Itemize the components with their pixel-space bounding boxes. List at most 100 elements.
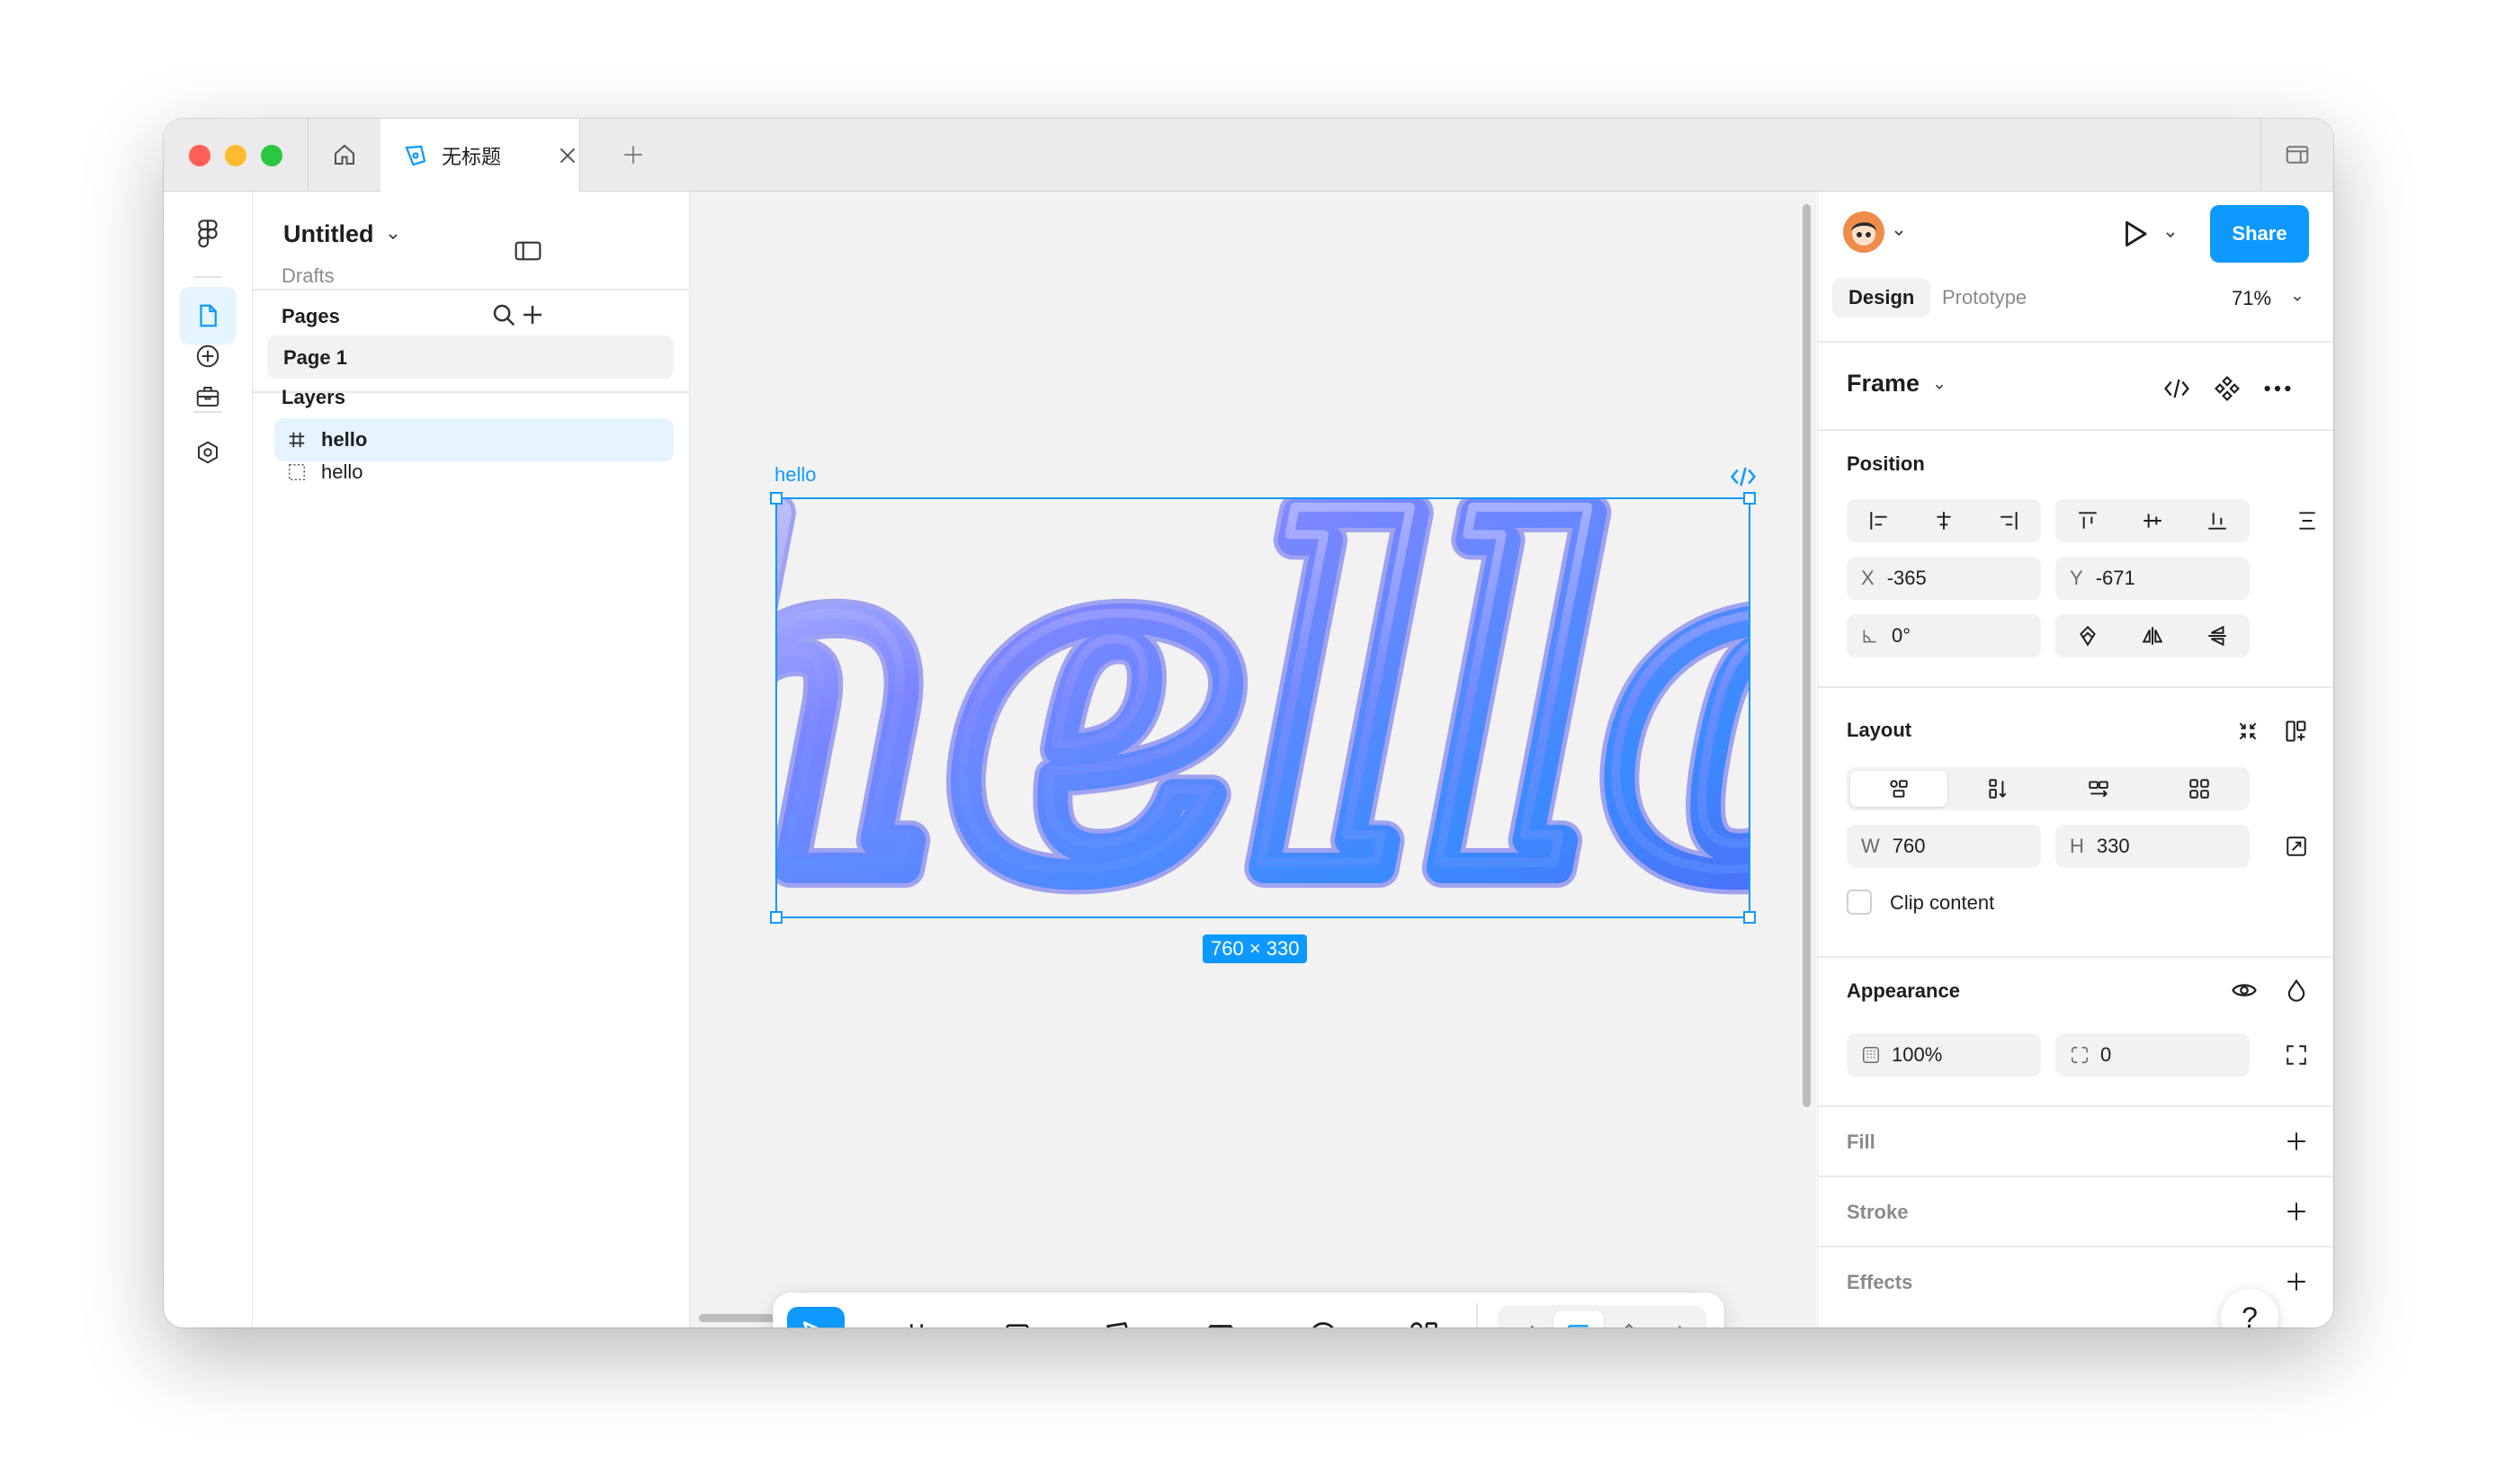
chevron-down-icon[interactable] xyxy=(1892,226,1906,240)
drop-icon xyxy=(2287,979,2305,1002)
sidebar-toggle-button[interactable] xyxy=(2260,119,2333,191)
add-effect-button[interactable] xyxy=(2278,1264,2314,1300)
file-tab[interactable]: 无标题 xyxy=(380,119,580,192)
visibility-toggle[interactable] xyxy=(2226,972,2262,1008)
rotate-button[interactable] xyxy=(2055,614,2120,657)
frame-hash-icon xyxy=(910,1324,923,1328)
divider xyxy=(1818,1246,2333,1247)
close-window-button[interactable] xyxy=(189,145,210,166)
clip-content-checkbox[interactable] xyxy=(1847,890,1872,915)
avatar[interactable] xyxy=(1843,211,1884,253)
collapse-layout-button[interactable] xyxy=(2230,713,2266,749)
actions-tool-button[interactable] xyxy=(1395,1307,1453,1328)
zoom-window-button[interactable] xyxy=(261,145,282,166)
x-position-field[interactable]: X -365 xyxy=(1847,557,2041,600)
appearance-heading: Appearance xyxy=(1847,979,1960,1002)
main-menu-button[interactable] xyxy=(179,206,237,264)
frame-type-title[interactable]: Frame xyxy=(1847,370,1920,398)
effects-heading: Effects xyxy=(1847,1271,1913,1293)
chevron-down-icon[interactable] xyxy=(2291,292,2304,305)
more-icon[interactable] xyxy=(2262,379,2293,398)
file-title[interactable]: Untitled xyxy=(283,220,374,248)
comment-tool-button[interactable] xyxy=(1294,1307,1352,1328)
frame-tool-button[interactable] xyxy=(888,1307,945,1328)
sidebar-collapse-icon[interactable] xyxy=(514,238,542,264)
auto-layout-button[interactable] xyxy=(2278,713,2314,749)
frame-selection[interactable]: hello hello hello xyxy=(770,492,1756,924)
clip-content-label[interactable]: Clip content xyxy=(1890,891,1994,915)
height-field[interactable]: H 330 xyxy=(2055,825,2250,868)
code-icon[interactable] xyxy=(2163,377,2190,400)
vertical-align-group xyxy=(2055,499,2250,542)
new-tab-button[interactable] xyxy=(597,119,669,191)
flip-vertical-button[interactable] xyxy=(2185,614,2250,657)
rectangle-tool-button[interactable] xyxy=(989,1307,1046,1328)
layout-freeform-button[interactable] xyxy=(1850,771,1947,807)
dev-mode-button[interactable] xyxy=(1652,1310,1703,1328)
distribute-icon xyxy=(2299,512,2315,530)
frame-name-label[interactable]: hello xyxy=(774,463,816,487)
resize-handle[interactable] xyxy=(1743,492,1756,505)
page-item[interactable]: Page 1 xyxy=(267,335,674,379)
draw-mode-button[interactable] xyxy=(1503,1310,1553,1328)
move-tool-button[interactable] xyxy=(787,1307,845,1328)
dev-component-button[interactable] xyxy=(1604,1310,1654,1328)
independent-corners-button[interactable] xyxy=(2278,1037,2314,1073)
text-tool-button[interactable] xyxy=(1192,1307,1249,1328)
width-field[interactable]: W 760 xyxy=(1847,825,2041,868)
layout-vertical-button[interactable] xyxy=(1947,767,2048,810)
align-top-button[interactable] xyxy=(2055,499,2120,542)
vertical-scrollbar[interactable] xyxy=(1803,204,1811,1107)
resize-handle[interactable] xyxy=(1743,911,1756,924)
chevron-down-icon[interactable] xyxy=(2163,228,2178,242)
share-button[interactable]: Share xyxy=(2210,205,2309,263)
home-tab[interactable] xyxy=(308,119,381,191)
align-bottom-button[interactable] xyxy=(2185,499,2250,542)
play-icon[interactable] xyxy=(2118,217,2152,251)
plus-circle-icon xyxy=(196,344,219,368)
resize-to-fit-button[interactable] xyxy=(2278,828,2314,864)
chevron-down-icon[interactable] xyxy=(386,229,400,244)
layout-horizontal-button[interactable] xyxy=(2048,767,2149,810)
rail-toolbox-button[interactable] xyxy=(179,368,237,425)
corner-radius-field[interactable]: 0 xyxy=(2055,1033,2250,1077)
rail-plugins-button[interactable] xyxy=(179,424,237,481)
align-center-h-button[interactable] xyxy=(1911,499,1976,542)
text-t-icon xyxy=(1208,1325,1233,1328)
window-layout-icon xyxy=(2286,146,2309,164)
search-icon[interactable] xyxy=(490,301,517,328)
left-rail xyxy=(164,192,253,1328)
add-fill-button[interactable] xyxy=(2278,1123,2314,1159)
rotation-field[interactable]: 0° xyxy=(1847,614,2041,657)
blend-mode-button[interactable] xyxy=(2278,972,2314,1008)
align-right-button[interactable] xyxy=(1976,499,2041,542)
pen-tool-button[interactable] xyxy=(1091,1307,1149,1328)
tab-prototype[interactable]: Prototype xyxy=(1926,278,2043,317)
comment-bubble-icon xyxy=(1312,1322,1334,1328)
close-tab-icon[interactable] xyxy=(556,144,579,167)
zoom-level[interactable]: 71% xyxy=(2232,287,2271,310)
flip-horizontal-button[interactable] xyxy=(2120,614,2185,657)
opacity-field[interactable]: 100% xyxy=(1847,1033,2041,1077)
distribute-button[interactable] xyxy=(2289,503,2325,539)
draw-squiggle-icon xyxy=(1530,1325,1535,1328)
tab-design[interactable]: Design xyxy=(1832,278,1931,317)
component-icon[interactable] xyxy=(2214,375,2241,402)
add-stroke-button[interactable] xyxy=(2278,1193,2314,1229)
resize-handle[interactable] xyxy=(770,911,783,924)
layout-grid-button[interactable] xyxy=(2149,767,2250,810)
code-icon[interactable] xyxy=(1730,465,1757,488)
align-left-button[interactable] xyxy=(1847,499,1911,542)
resize-handle[interactable] xyxy=(770,492,783,505)
add-page-icon[interactable] xyxy=(519,301,546,328)
canvas[interactable]: hello hello h xyxy=(690,192,1816,1328)
design-mode-button[interactable] xyxy=(1553,1310,1604,1328)
chevron-down-icon[interactable] xyxy=(1933,380,1946,393)
align-middle-button[interactable] xyxy=(2120,499,2185,542)
help-button[interactable]: ? xyxy=(2221,1289,2278,1328)
rail-divider xyxy=(193,411,222,413)
layer-row[interactable]: hello xyxy=(274,451,674,494)
y-position-field[interactable]: Y -671 xyxy=(2055,557,2250,600)
minimize-window-button[interactable] xyxy=(225,145,246,166)
file-location[interactable]: Drafts xyxy=(282,264,335,288)
